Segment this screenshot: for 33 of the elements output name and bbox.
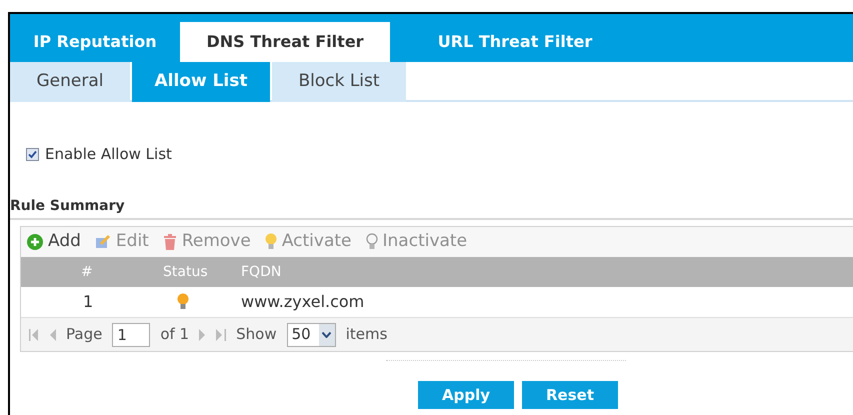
table-cell: www.zyxel.com [241, 292, 364, 311]
add-button[interactable]: Add [27, 229, 81, 255]
column-header-text: Status [163, 264, 208, 280]
pager-label: of 1 [160, 324, 190, 346]
last-page-icon[interactable] [216, 328, 226, 340]
trash-icon [162, 234, 177, 250]
subtab[interactable]: Allow List [132, 62, 270, 102]
pager-label: Page [66, 324, 102, 346]
section-title: Rule Summary [10, 197, 126, 216]
lightbulb-outline-icon [366, 233, 378, 251]
caret-icon [318, 324, 335, 346]
subtab[interactable]: General [10, 62, 130, 102]
column-header-text: FQDN [241, 264, 282, 280]
per-page-dropdown[interactable]: 50 [286, 322, 336, 346]
page-field[interactable]: 1 [112, 322, 150, 346]
action-button[interactable]: Reset [522, 381, 618, 409]
enable-checkbox[interactable] [26, 148, 39, 160]
first-page-icon[interactable] [29, 328, 39, 340]
pencil-note-icon [94, 234, 111, 250]
action-button[interactable]: Apply [418, 381, 514, 409]
column-header-text: # [81, 264, 93, 280]
tab[interactable]: URL Threat Filter [390, 22, 640, 62]
table-cell: 1 [83, 292, 94, 311]
tab[interactable]: DNS Threat Filter [180, 22, 390, 62]
tab[interactable]: IP Reputation [10, 22, 180, 62]
lightbulb-icon [264, 233, 277, 251]
pager-label: items [346, 324, 388, 346]
next-page-icon[interactable] [199, 328, 206, 340]
subtab[interactable]: Block List [272, 62, 406, 102]
checkbox-label: Enable Allow List [45, 144, 172, 165]
pager-label: Show [236, 324, 277, 346]
previous-page-icon[interactable] [49, 328, 56, 340]
plus-circle-icon [27, 234, 43, 250]
